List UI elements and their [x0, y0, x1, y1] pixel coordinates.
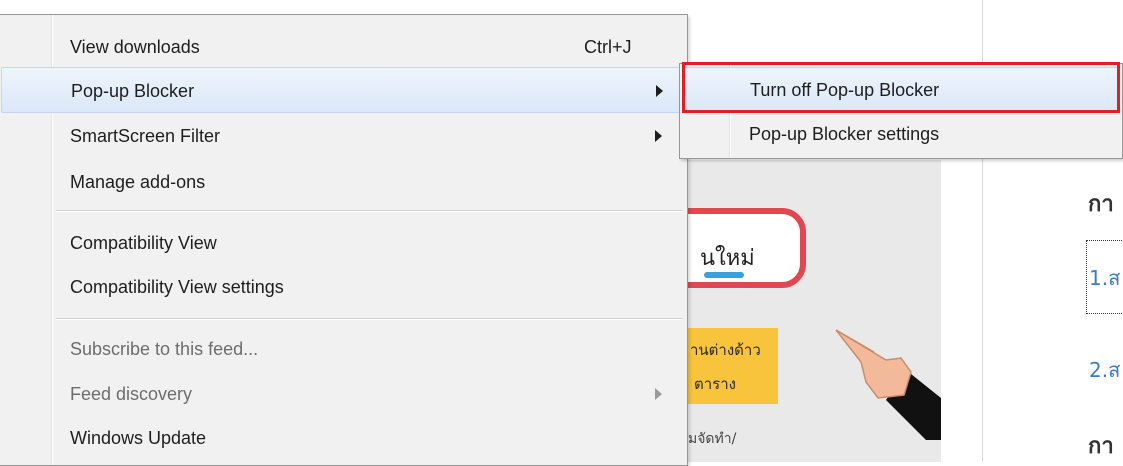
menu-item-smartscreen-filter[interactable]: SmartScreen Filter [1, 113, 685, 159]
menu-item-label: Compatibility View [70, 233, 217, 253]
illustration-yellow-text-1: านต่างด้าว [690, 341, 761, 359]
tools-context-menu: View downloads Ctrl+J Pop-up Blocker Sma… [0, 14, 688, 466]
menu-item-label: SmartScreen Filter [70, 126, 221, 146]
annotation-highlight-box [682, 62, 1120, 113]
article-illustration: นใหม่ านต่างด้าว ตาราง มจัดทำ/ [686, 160, 941, 462]
menu-item-label: Subscribe to this feed... [70, 339, 259, 359]
menu-item-label: Compatibility View settings [70, 277, 284, 297]
menu-item-label: View downloads [70, 37, 200, 57]
menu-item-label: Manage add-ons [70, 172, 206, 192]
submenu-arrow-icon [655, 130, 662, 142]
menu-item-view-downloads[interactable]: View downloads Ctrl+J [1, 24, 685, 70]
menu-separator [56, 210, 683, 212]
menu-item-label: Pop-up Blocker [71, 81, 195, 101]
menu-separator [56, 318, 683, 320]
menu-item-feed-discovery[interactable]: Feed discovery [1, 371, 685, 417]
illustration-yellow-text-2: ตาราง [694, 375, 736, 393]
illustration-card-underline [704, 272, 744, 278]
pointing-hand-icon [835, 329, 941, 440]
menu-item-windows-update[interactable]: Windows Update [1, 415, 685, 461]
submenu-item-popup-blocker-settings[interactable]: Pop-up Blocker settings [682, 112, 1120, 156]
menu-item-label: Windows Update [70, 428, 207, 448]
menu-item-shortcut: Ctrl+J [584, 37, 632, 57]
menu-item-manage-addons[interactable]: Manage add-ons [1, 159, 685, 205]
illustration-yellow-box: านต่างด้าว ตาราง [686, 328, 778, 404]
illustration-small-text: มจัดทำ/ [688, 431, 737, 447]
article-heading-1: กา [1088, 192, 1114, 217]
article-link-2[interactable]: 2.ส [1089, 354, 1120, 386]
illustration-card-text: นใหม่ [700, 246, 755, 271]
submenu-arrow-icon [656, 85, 663, 97]
submenu-arrow-icon [655, 388, 662, 400]
menu-item-compatibility-view[interactable]: Compatibility View [1, 220, 685, 266]
menu-item-label: Feed discovery [70, 384, 193, 404]
menu-item-compatibility-view-settings[interactable]: Compatibility View settings [1, 264, 685, 310]
menu-item-popup-blocker[interactable]: Pop-up Blocker [1, 67, 685, 113]
article-link-1[interactable]: 1.ส [1089, 262, 1120, 294]
menu-item-subscribe-feed[interactable]: Subscribe to this feed... [1, 326, 685, 372]
submenu-item-label: Pop-up Blocker settings [749, 124, 940, 144]
illustration-phone-card: นใหม่ [686, 208, 806, 288]
article-heading-2: กา [1088, 434, 1114, 459]
